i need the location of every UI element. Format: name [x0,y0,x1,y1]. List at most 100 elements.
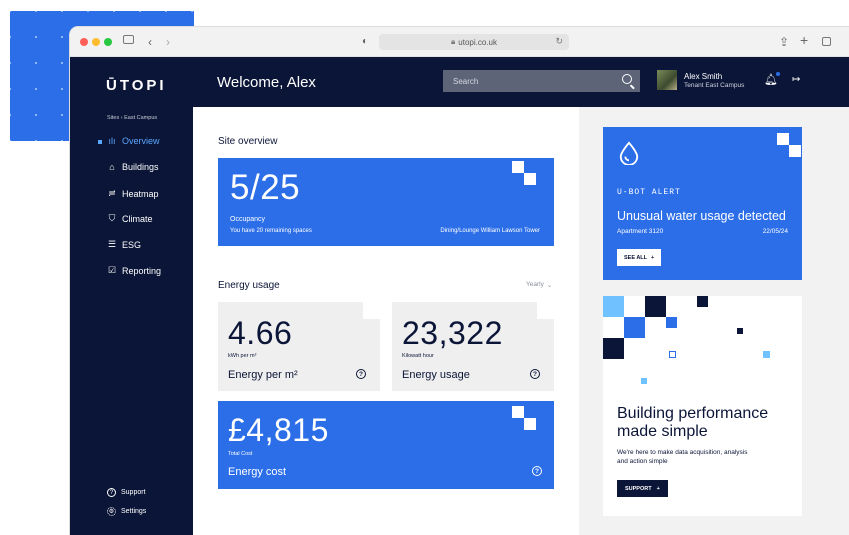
pattern-square [763,351,770,358]
alert-kicker: U-BOT ALERT [617,188,681,197]
search-icon[interactable] [622,74,632,84]
energy-per-m2-value: 4.66 [228,315,293,351]
decor-square [789,145,801,157]
share-icon[interactable]: ⇪ [779,35,789,49]
support-button[interactable]: SUPPORT + [617,480,668,497]
page: ‹ › ◐ 🔒︎ utopi.co.uk ↻ ⇪ + ŪTOPI Welcome… [0,0,849,535]
search-input[interactable]: Search [443,70,640,92]
logo[interactable]: ŪTOPI [106,77,167,94]
energy-usage-unit: Kilowatt hour [402,353,434,359]
energy-per-m2-card[interactable]: 4.66 kWh per m² Energy per m² ? [218,302,380,391]
see-all-button[interactable]: SEE ALL + [617,249,662,266]
promo-text: We're here to make data acquisition, ana… [617,449,748,465]
sidebar-item-overview[interactable]: ılı Overview [107,136,159,146]
help-icon[interactable]: ? [532,466,542,476]
address-url: utopi.co.uk [458,37,497,47]
plus-icon: + [651,254,655,261]
energy-cost-unit: Total Cost [228,451,253,457]
occupancy-label: Occupancy [230,216,266,223]
sidebar-item-label: ESG [122,239,142,250]
energy-usage-card[interactable]: 23,322 Kilowatt hour Energy usage ? [392,302,554,391]
alert-title: Unusual water usage detected [617,209,786,223]
section-title-site-overview: Site overview [218,136,278,147]
maximize-window-button[interactable] [104,38,112,46]
server-icon: ☰ [107,239,117,249]
sidebar-toggle-icon[interactable] [123,35,134,44]
decor-square [363,302,380,319]
help-icon[interactable]: ? [356,369,366,379]
sidebar-item-buildings[interactable]: ⌂ Buildings [107,162,159,172]
decor-square [524,173,536,185]
logout-icon[interactable]: ↦ [792,74,800,85]
sidebar-item-label: Climate [122,213,153,224]
pattern-square [624,317,645,338]
avatar[interactable] [657,70,677,90]
chevron-down-icon: ⌄ [546,282,553,289]
decor-square [777,133,789,145]
pattern-square [603,296,624,317]
sidebar-item-esg[interactable]: ☰ ESG [107,239,141,250]
pattern-square [641,378,647,384]
sidebar-footer-label: Settings [121,508,147,515]
tabs-icon[interactable] [822,37,831,46]
breadcrumb[interactable]: Sites › East Campus [107,115,157,121]
energy-usage-label: Energy usage [402,369,470,381]
active-indicator [98,140,102,144]
minimize-window-button[interactable] [92,38,100,46]
sidebar-item-reporting[interactable]: ☑ Reporting [107,265,161,276]
energy-cost-value: £4,815 [228,412,329,448]
occupancy-card[interactable]: 5/25 Occupancy You have 20 remaining spa… [218,158,554,246]
alert-location: Apartment 3120 [617,228,664,235]
help-icon: ? [107,488,116,497]
water-drop-icon [619,141,639,165]
ubot-alert-card[interactable]: U-BOT ALERT Unusual water usage detected… [603,127,802,280]
sidebar-footer-settings[interactable]: ⚙ Settings [107,507,146,516]
occupancy-value: 5/25 [230,168,301,207]
sidebar-footer-support[interactable]: ? Support [107,488,146,497]
sidebar-item-label: Reporting [122,265,162,276]
pattern-square [697,296,708,307]
alert-date: 22/05/24 [762,228,788,235]
home-icon: ⌂ [109,162,115,172]
sidebar-item-climate[interactable]: ⛉ Climate [107,213,153,224]
forward-icon[interactable]: › [166,35,170,49]
search-placeholder: Search [453,76,479,86]
checkbox-icon: ☑ [107,265,117,275]
sidebar-item-heatmap[interactable]: ≓ Heatmap [107,188,158,199]
reload-icon[interactable]: ↻ [555,36,563,47]
promo-card: Building performance made simple We're h… [603,296,802,516]
decor-square [512,161,524,173]
pattern-outline-square [669,351,676,358]
support-label: SUPPORT [625,485,652,492]
shield-icon: ⛉ [108,213,116,223]
help-icon[interactable]: ? [530,369,540,379]
bell-icon[interactable]: 🔔︎ [764,72,780,86]
period-value: Yearly [526,281,544,288]
sidebar-item-label: Buildings [122,162,159,172]
energy-cost-card[interactable]: £4,815 Total Cost Energy cost ? [218,401,554,489]
address-bar[interactable]: 🔒︎ utopi.co.uk ↻ [379,34,569,50]
notification-dot [775,72,780,76]
decor-square [524,418,536,430]
decor-square [512,406,524,418]
period-dropdown[interactable]: Yearly ⌄ [526,281,552,289]
bar-chart-icon: ılı [108,136,116,146]
pattern-square [666,317,677,328]
new-tab-icon[interactable]: + [800,33,808,47]
energy-usage-value: 23,322 [402,315,503,351]
section-title-energy-usage: Energy usage [218,280,280,291]
sidebar-footer-label: Support [121,489,146,496]
occupancy-sublabel: You have 20 remaining spaces [230,228,312,234]
heatmap-icon: ≓ [108,188,116,198]
back-icon[interactable]: ‹ [148,35,152,49]
decor-square [537,302,554,319]
close-window-button[interactable] [80,38,88,46]
user-role: Tenant East Campus [684,82,745,89]
pattern-square [645,296,666,317]
user-name[interactable]: Alex Smith [684,72,722,81]
occupancy-location: Dining/Lounge William Lawson Tower [440,228,540,234]
welcome-title: Welcome, Alex [217,74,316,91]
pattern-square [737,328,743,334]
energy-per-m2-unit: kWh per m² [228,353,257,359]
energy-per-m2-label: Energy per m² [228,369,298,381]
